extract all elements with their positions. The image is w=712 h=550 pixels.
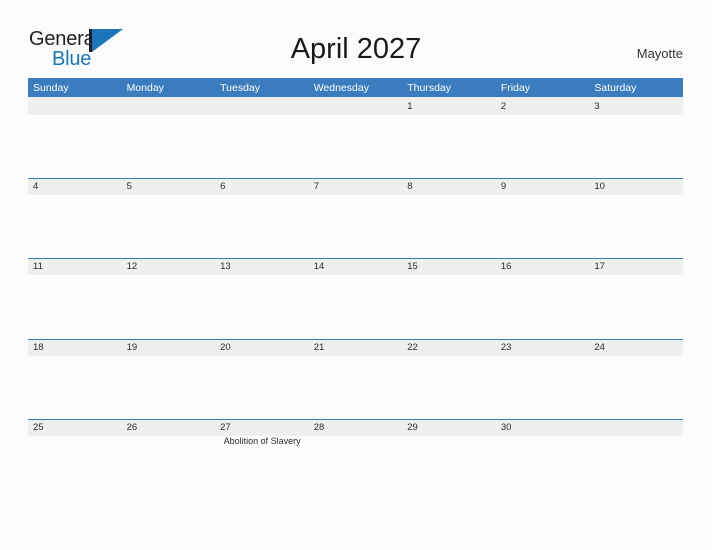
day-number: 17 bbox=[594, 261, 605, 272]
day-cell[interactable]: 12 bbox=[122, 258, 216, 339]
day-cell[interactable] bbox=[309, 97, 403, 178]
day-number: 10 bbox=[594, 180, 605, 192]
day-cell[interactable]: 29 bbox=[402, 419, 496, 500]
day-cell[interactable]: 19 bbox=[122, 339, 216, 420]
day-number: 26 bbox=[126, 422, 138, 433]
day-number: 22 bbox=[407, 341, 418, 353]
day-number: 12 bbox=[126, 261, 138, 272]
weekday-header-tuesday: Tuesday bbox=[220, 81, 261, 94]
day-cell[interactable]: 17 bbox=[589, 258, 683, 339]
day-number: 27 bbox=[220, 422, 231, 433]
day-number: 30 bbox=[500, 422, 512, 433]
day-number: 6 bbox=[220, 180, 226, 192]
day-number: 19 bbox=[126, 341, 138, 353]
day-number: 3 bbox=[594, 101, 600, 112]
day-cell[interactable]: 15 bbox=[402, 258, 496, 339]
weekday-header-wednesday: Wednesday bbox=[313, 81, 369, 94]
day-cell[interactable]: 20 bbox=[215, 339, 309, 420]
calendar-week-row: 11 12 13 14 15 16 17 bbox=[28, 258, 683, 339]
day-number: 21 bbox=[313, 341, 325, 353]
day-cell[interactable]: 6 bbox=[215, 178, 309, 259]
calendar-grid: Sunday Monday Tuesday Wednesday Thursday… bbox=[28, 78, 683, 500]
weekday-header-saturday: Saturday bbox=[594, 81, 637, 94]
day-cell[interactable]: 13 bbox=[215, 258, 309, 339]
day-cell[interactable] bbox=[122, 97, 216, 178]
day-number: 28 bbox=[313, 422, 325, 433]
day-cell[interactable] bbox=[215, 97, 309, 178]
calendar-week-row: 4 5 6 7 8 9 10 bbox=[28, 177, 683, 259]
day-number: 9 bbox=[500, 180, 507, 192]
weekday-header-thursday: Thursday bbox=[407, 81, 452, 94]
day-cell[interactable]: 1 bbox=[402, 97, 496, 178]
day-cell[interactable]: 3 bbox=[589, 97, 683, 178]
day-cell[interactable]: 9 bbox=[496, 178, 590, 259]
day-cell[interactable]: 18 bbox=[28, 339, 122, 420]
day-cell[interactable] bbox=[28, 97, 122, 178]
day-cell[interactable]: 4 bbox=[28, 178, 122, 259]
day-cell[interactable]: 21 bbox=[309, 339, 403, 420]
page-header: General Blue April 2027 Mayotte bbox=[0, 0, 712, 76]
calendar-week-row: 1 2 3 bbox=[28, 97, 683, 178]
location-label: Mayotte bbox=[636, 46, 683, 61]
day-cell[interactable]: 24 bbox=[589, 339, 683, 420]
day-number: 23 bbox=[500, 341, 512, 353]
day-cell[interactable]: 22 bbox=[402, 339, 496, 420]
weekday-header-monday: Monday bbox=[126, 81, 164, 94]
day-number: 25 bbox=[33, 422, 44, 433]
day-number: 1 bbox=[407, 101, 413, 112]
calendar-page: General Blue April 2027 Mayotte Sunday M… bbox=[0, 0, 712, 550]
day-number: 2 bbox=[500, 101, 507, 112]
day-cell[interactable]: 10 bbox=[589, 178, 683, 259]
day-number: 29 bbox=[407, 422, 418, 433]
day-cell[interactable]: 11 bbox=[28, 258, 122, 339]
page-title: April 2027 bbox=[290, 33, 422, 65]
day-cell[interactable]: 28 bbox=[309, 419, 403, 500]
day-cell[interactable]: 7 bbox=[309, 178, 403, 259]
calendar-week-row: 18 19 20 21 22 23 24 bbox=[28, 338, 683, 420]
day-number: 24 bbox=[594, 341, 605, 353]
day-number: 13 bbox=[220, 261, 231, 272]
day-cell[interactable]: 2 bbox=[496, 97, 590, 178]
day-number: 5 bbox=[126, 180, 132, 192]
day-number: 15 bbox=[407, 261, 418, 272]
day-cell[interactable]: 30 bbox=[496, 419, 590, 500]
day-cell[interactable]: 14 bbox=[309, 258, 403, 339]
day-number: 20 bbox=[220, 341, 231, 353]
day-number: 16 bbox=[500, 261, 512, 272]
day-cell[interactable]: 27 Abolition of Slavery bbox=[215, 419, 309, 500]
weekday-header-friday: Friday bbox=[500, 81, 530, 94]
day-number: 18 bbox=[33, 341, 44, 353]
day-number: 8 bbox=[407, 180, 413, 192]
calendar-week-row: 25 26 27 Abolition of Slavery 28 29 30 bbox=[28, 419, 683, 500]
day-cell[interactable]: 16 bbox=[496, 258, 590, 339]
day-cell[interactable]: 26 bbox=[122, 419, 216, 500]
day-number: 4 bbox=[33, 180, 39, 192]
weekday-header-row: Sunday Monday Tuesday Wednesday Thursday… bbox=[28, 78, 683, 97]
day-cell[interactable] bbox=[589, 419, 683, 500]
day-cell[interactable]: 23 bbox=[496, 339, 590, 420]
day-cell[interactable]: 8 bbox=[402, 178, 496, 259]
day-number: 11 bbox=[33, 261, 43, 272]
day-cell[interactable]: 5 bbox=[122, 178, 216, 259]
day-cell[interactable]: 25 bbox=[28, 419, 122, 500]
day-number: 7 bbox=[313, 180, 319, 192]
day-number: 14 bbox=[313, 261, 325, 272]
weekday-header-sunday: Sunday bbox=[33, 81, 69, 94]
